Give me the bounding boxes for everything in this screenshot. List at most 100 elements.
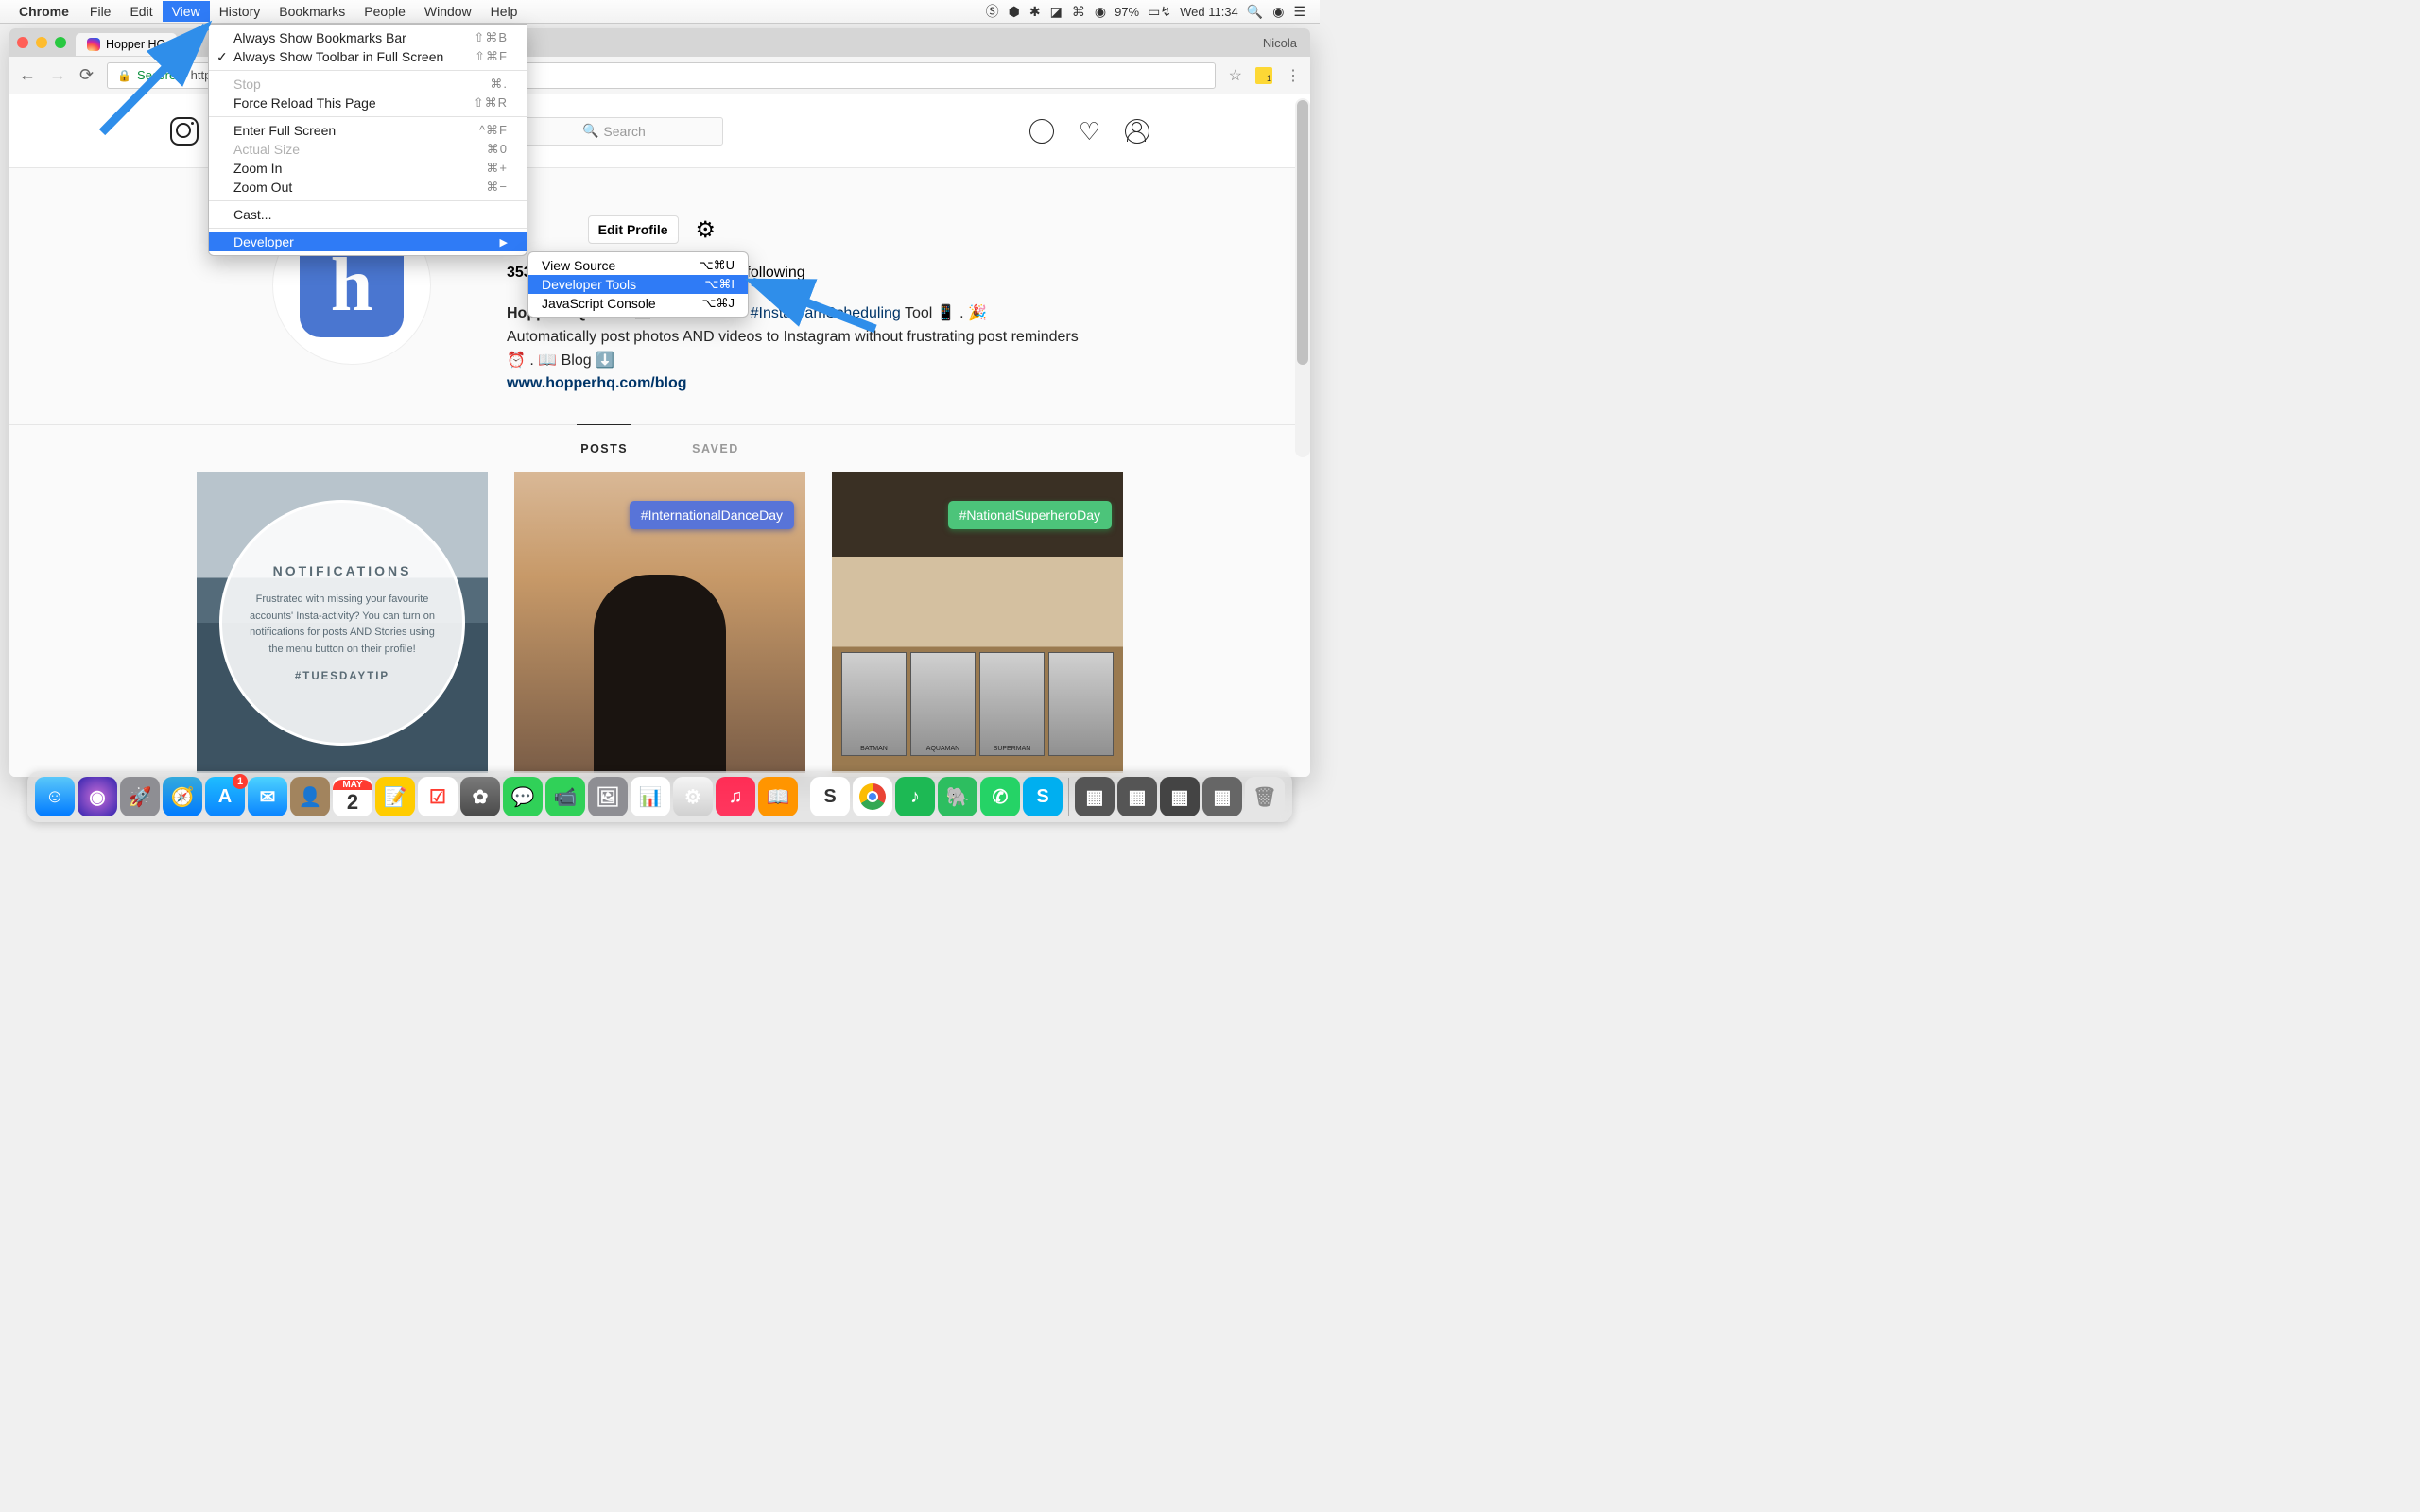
spotlight-icon[interactable]: 🔍	[1247, 4, 1263, 20]
developer-submenu: View Source⌥⌘U Developer Tools⌥⌘I JavaSc…	[527, 251, 749, 318]
scrollbar-thumb[interactable]	[1297, 100, 1308, 365]
siri-icon[interactable]: ◉	[1272, 4, 1284, 20]
bookmark-star-icon[interactable]: ☆	[1229, 66, 1242, 85]
dock-folder-icon[interactable]: ▦	[1117, 777, 1157, 816]
tab-posts[interactable]: POSTS	[577, 424, 631, 472]
chrome-profile-name[interactable]: Nicola	[1263, 36, 1297, 50]
safari-icon[interactable]: 🧭	[163, 777, 202, 816]
menu-view[interactable]: View	[163, 1, 210, 22]
facetime-icon[interactable]: 📹	[545, 777, 585, 816]
forward-button: →	[49, 65, 66, 85]
dock-folder-icon[interactable]: ▦	[1202, 777, 1242, 816]
submenu-view-source[interactable]: View Source⌥⌘U	[528, 256, 748, 275]
photos-icon[interactable]: ✿	[460, 777, 500, 816]
macos-menubar: Chrome File Edit View History Bookmarks …	[0, 0, 1320, 24]
dock-folder-icon[interactable]: ▦	[1160, 777, 1200, 816]
notes-icon[interactable]: 📝	[375, 777, 415, 816]
finder-icon[interactable]: ☺	[35, 777, 75, 816]
menu-help[interactable]: Help	[481, 1, 527, 22]
submenu-js-console[interactable]: JavaScript Console⌥⌘J	[528, 294, 748, 313]
explore-icon[interactable]	[1029, 119, 1054, 144]
menu-bookmarks[interactable]: Bookmarks	[269, 1, 354, 22]
sketch-icon[interactable]: S	[810, 777, 850, 816]
skype-menubar-icon[interactable]: Ⓢ	[986, 2, 999, 21]
evernote-dock-icon[interactable]: 🐘	[938, 777, 977, 816]
post-thumbnail[interactable]: NOTIFICATIONS Frustrated with missing yo…	[197, 472, 488, 773]
menu-edit[interactable]: Edit	[120, 1, 162, 22]
system-prefs-icon[interactable]: ⚙	[673, 777, 713, 816]
chrome-dock-icon[interactable]	[853, 777, 892, 816]
menu-item-bookmarks-bar[interactable]: Always Show Bookmarks Bar⇧⌘B	[209, 28, 527, 47]
reminders-icon[interactable]: ☑	[418, 777, 458, 816]
whatsapp-icon[interactable]: ✆	[980, 777, 1020, 816]
extension-icon[interactable]: 1	[1255, 67, 1272, 84]
preview-icon[interactable]: 🖼	[588, 777, 628, 816]
dock-folder-icon[interactable]: ▦	[1075, 777, 1115, 816]
search-input[interactable]: 🔍 Search	[504, 117, 723, 146]
appstore-icon[interactable]: A1	[205, 777, 245, 816]
search-icon: 🔍	[582, 123, 598, 139]
browser-tab[interactable]: Hopper HQ	[76, 33, 177, 56]
music-icon[interactable]: ♫	[716, 777, 755, 816]
mail-icon[interactable]: ✉	[248, 777, 287, 816]
instagram-logo-icon[interactable]	[170, 117, 199, 146]
reload-button[interactable]: ⟳	[79, 65, 94, 85]
wifi-icon[interactable]: ◉	[1095, 4, 1106, 20]
calendar-icon[interactable]: MAY2	[333, 777, 372, 816]
chrome-menu-icon[interactable]: ⋮	[1286, 66, 1301, 85]
back-button[interactable]: ←	[19, 65, 36, 85]
clock[interactable]: Wed 11:34	[1180, 5, 1238, 19]
window-controls	[17, 37, 66, 48]
bio-link[interactable]: www.hopperhq.com/blog	[507, 375, 687, 391]
settings-gear-icon[interactable]: ⚙	[696, 216, 717, 244]
contacts-icon[interactable]: 👤	[290, 777, 330, 816]
profile-tabs: POSTS SAVED	[9, 424, 1310, 472]
post-thumbnail[interactable]: #InternationalDanceDay	[514, 472, 805, 773]
menu-item-force-reload[interactable]: Force Reload This Page⇧⌘R	[209, 94, 527, 112]
following-count[interactable]: following	[746, 265, 804, 282]
maximize-window-button[interactable]	[55, 37, 66, 48]
drive-menubar-icon[interactable]: ◪	[1050, 4, 1063, 20]
menu-item-zoom-in[interactable]: Zoom In⌘+	[209, 159, 527, 178]
scrollbar[interactable]	[1295, 98, 1310, 457]
bluetooth-icon[interactable]: ⌘	[1072, 4, 1085, 20]
menu-item-toolbar-fullscreen[interactable]: ✓Always Show Toolbar in Full Screen⇧⌘F	[209, 47, 527, 66]
menu-file[interactable]: File	[80, 1, 121, 22]
menu-people[interactable]: People	[354, 1, 415, 22]
post-thumbnail[interactable]: #NationalSuperheroDay BATMAN AQUAMAN SUP…	[832, 472, 1123, 773]
numbers-icon[interactable]: 📊	[631, 777, 670, 816]
dropbox-menubar-icon[interactable]: ⬢	[1009, 4, 1020, 20]
siri-dock-icon[interactable]: ◉	[78, 777, 117, 816]
menu-item-stop: Stop⌘.	[209, 75, 527, 94]
menu-history[interactable]: History	[210, 1, 270, 22]
chrome-window: Hopper HQ Nicola ← → ⟳ 🔒 Secure | http ☆…	[9, 28, 1310, 777]
ibooks-icon[interactable]: 📖	[758, 777, 798, 816]
tile1-title: NOTIFICATIONS	[273, 563, 412, 578]
menu-item-cast[interactable]: Cast...	[209, 205, 527, 224]
edit-profile-button[interactable]: Edit Profile	[588, 215, 679, 244]
minimize-window-button[interactable]	[36, 37, 47, 48]
notification-center-icon[interactable]: ☰	[1293, 4, 1305, 20]
evernote-menubar-icon[interactable]: ✱	[1029, 4, 1041, 20]
activity-icon[interactable]: ♡	[1079, 119, 1100, 144]
battery-percent[interactable]: 97%	[1115, 5, 1139, 19]
menu-item-fullscreen[interactable]: Enter Full Screen^⌘F	[209, 121, 527, 140]
trash-icon[interactable]: 🗑	[1245, 777, 1285, 816]
close-window-button[interactable]	[17, 37, 28, 48]
skype-dock-icon[interactable]: S	[1023, 777, 1063, 816]
spotify-icon[interactable]: ♪	[895, 777, 935, 816]
profile-icon[interactable]	[1125, 119, 1150, 144]
messages-icon[interactable]: 💬	[503, 777, 543, 816]
hashtag-link[interactable]: #InstagramScheduling	[751, 305, 901, 321]
tab-saved[interactable]: SAVED	[688, 424, 743, 472]
launchpad-icon[interactable]: 🚀	[120, 777, 160, 816]
submenu-developer-tools[interactable]: Developer Tools⌥⌘I	[528, 275, 748, 294]
dock: ☺ ◉ 🚀 🧭 A1 ✉ 👤 MAY2 📝 ☑ ✿ 💬 📹 🖼 📊 ⚙ ♫ 📖 …	[27, 771, 1292, 822]
menu-item-developer[interactable]: Developer▶	[209, 232, 527, 251]
battery-icon[interactable]: ▭↯	[1148, 4, 1171, 20]
browser-toolbar: ← → ⟳ 🔒 Secure | http ☆ 1 ⋮	[9, 57, 1310, 94]
menu-window[interactable]: Window	[415, 1, 481, 22]
menu-item-zoom-out[interactable]: Zoom Out⌘−	[209, 178, 527, 197]
instagram-favicon-icon	[87, 38, 100, 51]
app-name[interactable]: Chrome	[19, 4, 69, 19]
